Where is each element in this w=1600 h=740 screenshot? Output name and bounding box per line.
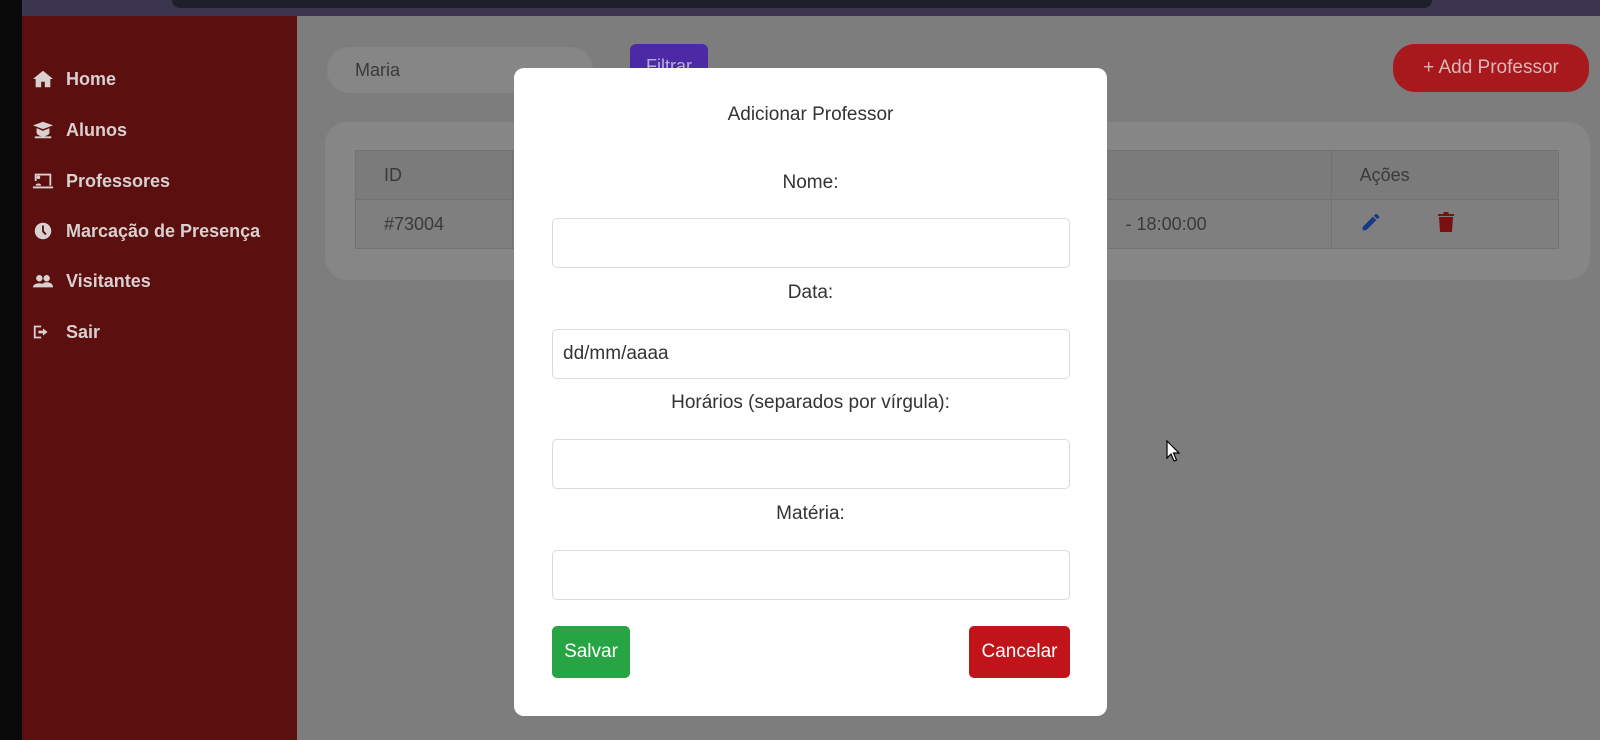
nome-label: Nome: (782, 172, 839, 193)
add-professor-modal: Adicionar Professor Nome: Data: Horários… (514, 68, 1107, 716)
materia-input[interactable] (552, 550, 1070, 600)
sidebar-item-label: Professores (66, 170, 171, 191)
app-window: Home Alunos Professores Marcação de Pres… (0, 0, 1600, 740)
top-bar-inner (172, 0, 1432, 8)
edit-icon[interactable] (1360, 211, 1382, 238)
trash-icon[interactable] (1437, 211, 1455, 238)
data-input[interactable] (552, 329, 1070, 379)
sidebar-item-presenca[interactable]: Marcação de Presença (32, 216, 260, 246)
cell-actions (1330, 199, 1560, 249)
sign-out-icon (32, 322, 56, 342)
sidebar: Home Alunos Professores Marcação de Pres… (22, 16, 297, 740)
save-button[interactable]: Salvar (552, 626, 630, 678)
sidebar-item-label: Visitantes (66, 270, 151, 291)
sidebar-item-visitantes[interactable]: Visitantes (32, 266, 151, 296)
column-header-id: ID (354, 150, 514, 200)
chalkboard-icon (32, 171, 56, 191)
sidebar-item-label: Home (66, 68, 117, 89)
sidebar-item-professores[interactable]: Professores (32, 166, 170, 196)
top-bar (22, 0, 1600, 16)
mouse-cursor-icon (1166, 440, 1181, 462)
horarios-label: Horários (separados por vírgula): (671, 392, 950, 413)
sidebar-item-label: Alunos (66, 119, 127, 140)
clock-icon (32, 221, 56, 241)
graduation-icon (32, 120, 56, 140)
sidebar-item-alunos[interactable]: Alunos (32, 115, 127, 145)
users-icon (32, 271, 56, 291)
sidebar-item-home[interactable]: Home (32, 64, 116, 94)
materia-label: Matéria: (776, 503, 845, 524)
cancel-button[interactable]: Cancelar (969, 626, 1070, 678)
add-professor-button[interactable]: + Add Professor (1393, 44, 1589, 92)
cell-id: #73004 (354, 199, 514, 249)
horarios-input[interactable] (552, 439, 1070, 489)
sidebar-item-sair[interactable]: Sair (32, 317, 100, 347)
sidebar-item-label: Sair (66, 321, 101, 342)
nome-input[interactable] (552, 218, 1070, 268)
modal-title: Adicionar Professor (727, 104, 894, 125)
column-header-actions: Ações (1330, 150, 1560, 200)
data-label: Data: (787, 282, 834, 303)
home-icon (32, 69, 56, 89)
sidebar-item-label: Marcação de Presença (66, 220, 261, 241)
